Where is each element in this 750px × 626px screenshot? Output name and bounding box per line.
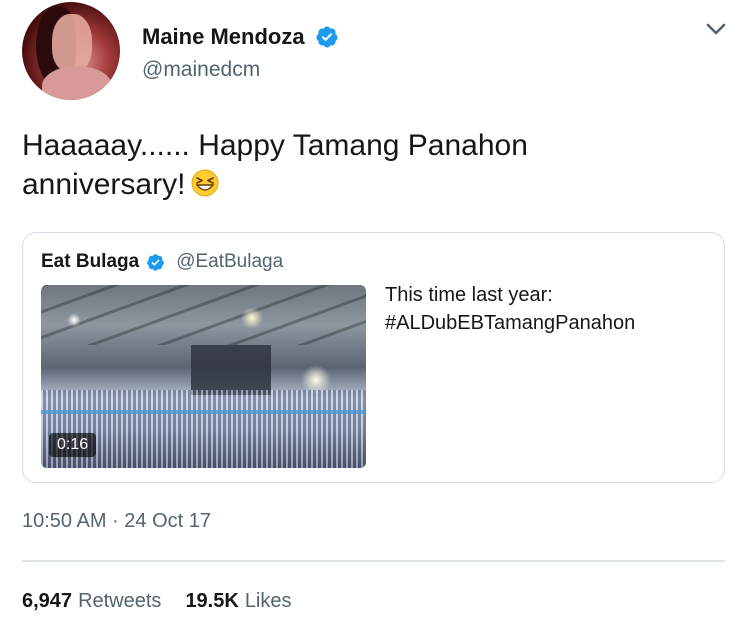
author-name-row: Maine Mendoza	[142, 24, 339, 50]
retweets-stat[interactable]: 6,947 Retweets	[22, 590, 161, 613]
author-avatar[interactable]	[22, 2, 120, 100]
quoted-tweet-text-line-1: This time last year:	[385, 284, 553, 306]
arena-light-strip	[41, 410, 366, 414]
video-duration-badge: 0:16	[49, 433, 97, 457]
quoted-author-handle: @EatBulaga	[176, 251, 284, 272]
tweet-timestamp[interactable]: 10:50 AM · 24 Oct 17	[22, 510, 211, 533]
tweet-text-line-1: Haaaaay...... Happy Tamang Panahon	[22, 129, 528, 162]
verified-badge-icon	[147, 253, 165, 271]
tweet-text: Haaaaay...... Happy Tamang Panahon anniv…	[22, 126, 722, 204]
retweets-count: 6,947	[22, 590, 73, 612]
quoted-tweet-header: Eat Bulaga @EatBulaga	[41, 251, 283, 273]
quoted-tweet-card[interactable]: Eat Bulaga @EatBulaga 0:16 This time las…	[22, 232, 725, 483]
quoted-tweet-text: This time last year: #ALDubEBTamangPanah…	[385, 281, 705, 337]
likes-stat[interactable]: 19.5K Likes	[185, 590, 291, 613]
chevron-down-icon[interactable]	[704, 20, 728, 38]
author-handle[interactable]: @mainedcm	[142, 58, 260, 82]
divider	[22, 560, 725, 562]
stage-light	[67, 313, 81, 327]
tweet-text-line-2: anniversary!	[22, 165, 722, 204]
author-name[interactable]: Maine Mendoza	[142, 24, 305, 50]
stage-light	[241, 307, 263, 329]
tweet-stats: 6,947 Retweets 19.5K Likes	[22, 590, 292, 613]
grinning-squinting-face-icon	[191, 169, 219, 197]
tweet-text-line-2-text: anniversary!	[22, 168, 186, 201]
video-thumbnail[interactable]: 0:16	[41, 285, 366, 468]
quoted-author-name: Eat Bulaga	[41, 251, 140, 272]
verified-badge-icon	[316, 26, 338, 48]
likes-label: Likes	[244, 590, 292, 612]
retweets-label: Retweets	[78, 590, 162, 612]
quoted-tweet-hashtag[interactable]: #ALDubEBTamangPanahon	[385, 309, 705, 337]
stage-structure	[191, 345, 271, 395]
likes-count: 19.5K	[185, 590, 239, 612]
stage-truss	[41, 285, 366, 345]
avatar-shoulder	[42, 66, 112, 100]
avatar-face	[52, 14, 92, 72]
